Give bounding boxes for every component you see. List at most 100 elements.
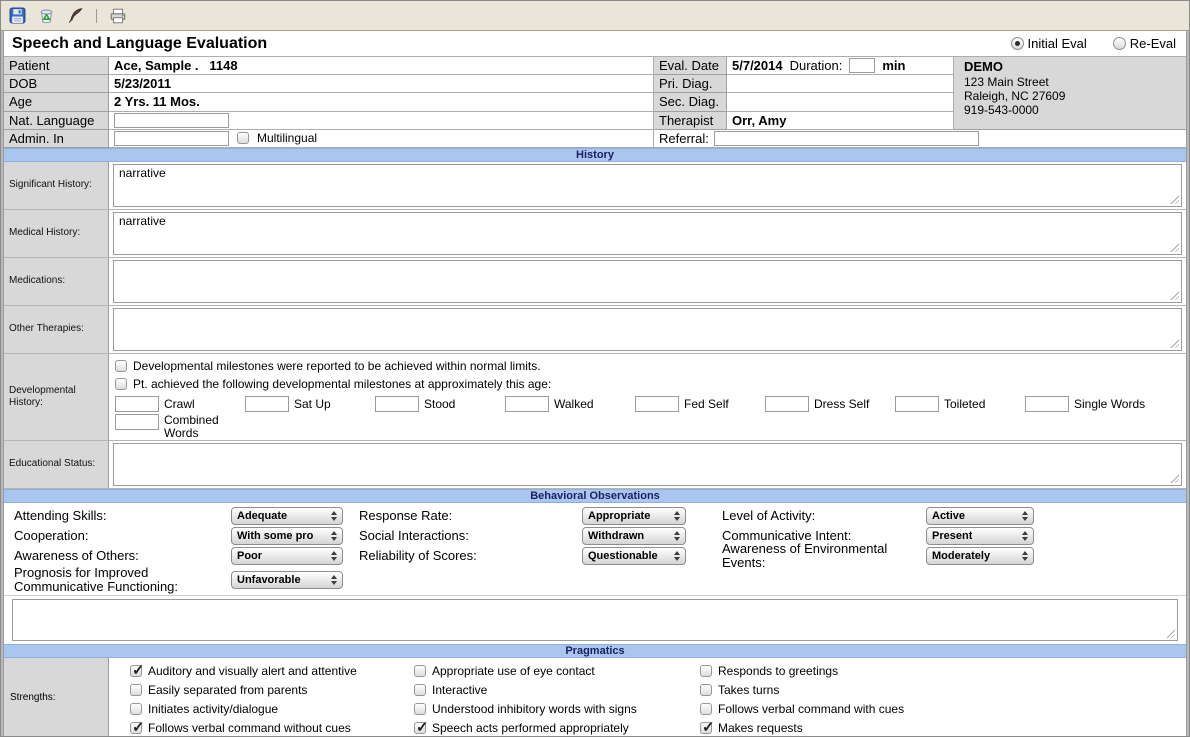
milestone-dressself-input[interactable]	[765, 396, 809, 412]
significant-history-textarea[interactable]: narrative	[113, 164, 1182, 207]
medical-history-row: Medical History: narrative	[4, 210, 1186, 258]
checkbox[interactable]	[700, 703, 712, 715]
checkbox-label: Developmental milestones were reported t…	[133, 359, 541, 373]
milestone-walked-input[interactable]	[505, 396, 549, 412]
dev-milestones-normal-item[interactable]: Developmental milestones were reported t…	[115, 357, 1186, 375]
referral-input[interactable]	[714, 131, 979, 146]
recycle-delete-icon[interactable]	[37, 6, 56, 25]
strengths-label: Strengths:	[4, 658, 109, 737]
stepper-arrows-icon	[674, 511, 680, 521]
admin-in-cell: Multilingual	[109, 130, 654, 148]
radio-icon[interactable]	[1113, 37, 1126, 50]
checkbox[interactable]	[700, 665, 712, 677]
select-value: Poor	[237, 550, 262, 562]
select-value: Adequate	[237, 510, 287, 522]
checkbox[interactable]	[700, 722, 712, 734]
attending-skills-label: Attending Skills:	[14, 509, 231, 523]
app-window: Speech and Language Evaluation Initial E…	[0, 0, 1190, 737]
medical-history-textarea[interactable]: narrative	[113, 212, 1182, 255]
prognosis-label: Prognosis for Improved Communicative Fun…	[14, 566, 231, 594]
strength-item[interactable]: Follows verbal command without cues	[130, 721, 414, 735]
awareness-of-others-select[interactable]: Poor	[231, 547, 343, 565]
reliability-of-scores-select[interactable]: Questionable	[582, 547, 686, 565]
prognosis-select[interactable]: Unfavorable	[231, 571, 343, 589]
milestone-stood-input[interactable]	[375, 396, 419, 412]
stepper-arrows-icon	[331, 551, 337, 561]
stepper-arrows-icon	[331, 531, 337, 541]
awareness-environmental-select[interactable]: Moderately	[926, 547, 1034, 565]
dev-milestones-ages-item[interactable]: Pt. achieved the following developmental…	[115, 375, 1186, 393]
stepper-arrows-icon	[674, 551, 680, 561]
print-icon[interactable]	[108, 6, 127, 25]
strength-item[interactable]: Appropriate use of eye contact	[414, 664, 700, 678]
medical-history-label: Medical History:	[4, 210, 109, 257]
milestone-satup-input[interactable]	[245, 396, 289, 412]
other-therapies-textarea[interactable]	[113, 308, 1182, 351]
duration-input[interactable]	[849, 58, 875, 73]
age-value: 2 Yrs. 11 Mos.	[109, 93, 654, 111]
stepper-arrows-icon	[331, 575, 337, 585]
strength-item[interactable]: Responds to greetings	[700, 664, 1186, 678]
milestone-crawl-input[interactable]	[115, 396, 159, 412]
strength-item[interactable]: Interactive	[414, 683, 700, 697]
checkbox[interactable]	[130, 703, 142, 715]
behavioral-section-header: Behavioral Observations	[4, 489, 1186, 503]
select-value: Active	[932, 510, 965, 522]
page-title: Speech and Language Evaluation	[12, 35, 267, 53]
milestone-singlewords-input[interactable]	[1025, 396, 1069, 412]
checkbox[interactable]	[414, 703, 426, 715]
stepper-arrows-icon	[331, 511, 337, 521]
educational-status-textarea[interactable]	[113, 443, 1182, 486]
sec-diag-value[interactable]	[727, 93, 954, 111]
strength-item[interactable]: Follows verbal command with cues	[700, 702, 1186, 716]
communicative-intent-select[interactable]: Present	[926, 527, 1034, 545]
checkbox[interactable]	[414, 684, 426, 696]
milestone-fedself-input[interactable]	[635, 396, 679, 412]
select-value: Unfavorable	[237, 574, 301, 586]
dob-value: 5/23/2011	[109, 75, 654, 93]
behavioral-notes-textarea[interactable]	[12, 599, 1178, 641]
cooperation-select[interactable]: With some pro	[231, 527, 343, 545]
social-interactions-select[interactable]: Withdrawn	[582, 527, 686, 545]
eval-date-value: 5/7/2014	[732, 58, 783, 73]
milestone-combinedwords-input[interactable]	[115, 414, 159, 430]
checkbox[interactable]	[414, 665, 426, 677]
admin-in-input[interactable]	[114, 131, 229, 146]
quill-sign-icon[interactable]	[66, 6, 85, 25]
response-rate-select[interactable]: Appropriate	[582, 507, 686, 525]
other-therapies-row: Other Therapies:	[4, 306, 1186, 354]
dob-label: DOB	[4, 75, 109, 93]
medications-textarea[interactable]	[113, 260, 1182, 303]
clinic-city: Raleigh, NC 27609	[964, 89, 1176, 103]
strength-item[interactable]: Speech acts performed appropriately	[414, 721, 700, 735]
radio-icon[interactable]	[1011, 37, 1024, 50]
checkbox[interactable]	[115, 378, 127, 390]
checkbox[interactable]	[130, 684, 142, 696]
checkbox[interactable]	[130, 665, 142, 677]
strength-item[interactable]: Easily separated from parents	[130, 683, 414, 697]
checkbox[interactable]	[115, 360, 127, 372]
stepper-arrows-icon	[1022, 531, 1028, 541]
pri-diag-value[interactable]	[727, 75, 954, 93]
medications-label: Medications:	[4, 258, 109, 305]
level-of-activity-select[interactable]: Active	[926, 507, 1034, 525]
checkbox-label: Interactive	[432, 683, 487, 697]
re-eval-radio[interactable]: Re-Eval	[1113, 36, 1176, 51]
strength-item[interactable]: Understood inhibitory words with signs	[414, 702, 700, 716]
strength-item[interactable]: Makes requests	[700, 721, 1186, 735]
save-icon[interactable]	[8, 6, 27, 25]
checkbox[interactable]	[700, 684, 712, 696]
strength-item[interactable]: Auditory and visually alert and attentiv…	[130, 664, 414, 678]
checkbox[interactable]	[414, 722, 426, 734]
strength-item[interactable]: Takes turns	[700, 683, 1186, 697]
select-value: Present	[932, 530, 972, 542]
milestone-label: Toileted	[944, 397, 985, 411]
attending-skills-select[interactable]: Adequate	[231, 507, 343, 525]
initial-eval-radio[interactable]: Initial Eval	[1011, 36, 1087, 51]
nat-language-input[interactable]	[114, 113, 229, 128]
checkbox[interactable]	[130, 722, 142, 734]
strength-item[interactable]: Initiates activity/dialogue	[130, 702, 414, 716]
milestone-toileted-input[interactable]	[895, 396, 939, 412]
strengths-checkbox-grid: Auditory and visually alert and attentiv…	[109, 658, 1186, 737]
multilingual-checkbox[interactable]	[237, 132, 249, 144]
